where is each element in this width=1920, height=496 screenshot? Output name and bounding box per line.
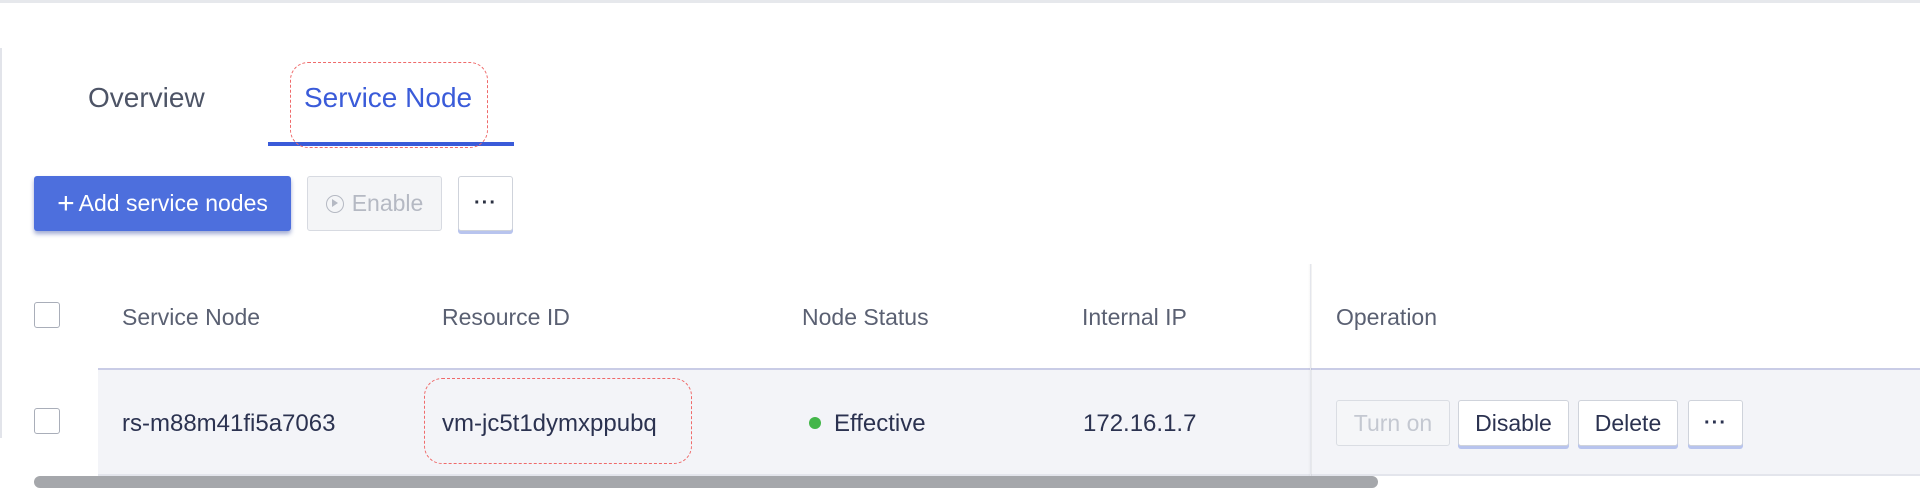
status-dot-icon <box>809 417 821 429</box>
cell-node-status: Effective <box>834 410 926 437</box>
more-actions-button[interactable]: ··· <box>458 176 513 231</box>
delete-button[interactable]: Delete <box>1578 400 1678 446</box>
top-border <box>0 0 1920 3</box>
highlight-annotation-tab <box>290 62 488 148</box>
enable-label: Enable <box>351 190 424 216</box>
add-service-nodes-button[interactable]: + Add service nodes <box>34 176 291 231</box>
column-header-operation: Operation <box>1336 304 1438 330</box>
more-actions-label: ··· <box>474 192 497 214</box>
play-circle-icon <box>325 194 344 213</box>
select-all-checkbox[interactable] <box>34 302 60 328</box>
cell-internal-ip: 172.16.1.7 <box>1083 410 1197 437</box>
column-header-node-status[interactable]: Node Status <box>802 304 929 331</box>
cell-service-node: rs-m88m41fi5a7063 <box>122 410 336 437</box>
tab-bar: Overview Service Node <box>0 60 1920 148</box>
tab-overview[interactable]: Overview <box>88 82 205 114</box>
add-service-nodes-label: Add service nodes <box>78 190 268 216</box>
service-node-table: Service Node Resource ID Node Status Int… <box>0 264 1920 496</box>
column-header-internal-ip[interactable]: Internal IP <box>1082 304 1187 331</box>
horizontal-scrollbar[interactable] <box>34 476 1378 488</box>
column-header-resource-id[interactable]: Resource ID <box>442 304 570 331</box>
plus-icon: + <box>57 186 75 220</box>
table-header-row: Service Node Resource ID Node Status Int… <box>0 264 1920 368</box>
turn-on-button[interactable]: Turn on <box>1336 400 1450 446</box>
highlight-annotation-resource-id <box>424 378 692 464</box>
disable-button[interactable]: Disable <box>1458 400 1569 446</box>
row-checkbox[interactable] <box>34 408 60 434</box>
column-header-service-node[interactable]: Service Node <box>122 304 260 331</box>
enable-button[interactable]: Enable <box>307 176 442 231</box>
row-more-actions-button[interactable]: ··· <box>1688 400 1743 446</box>
fixed-column-divider <box>1310 264 1311 476</box>
